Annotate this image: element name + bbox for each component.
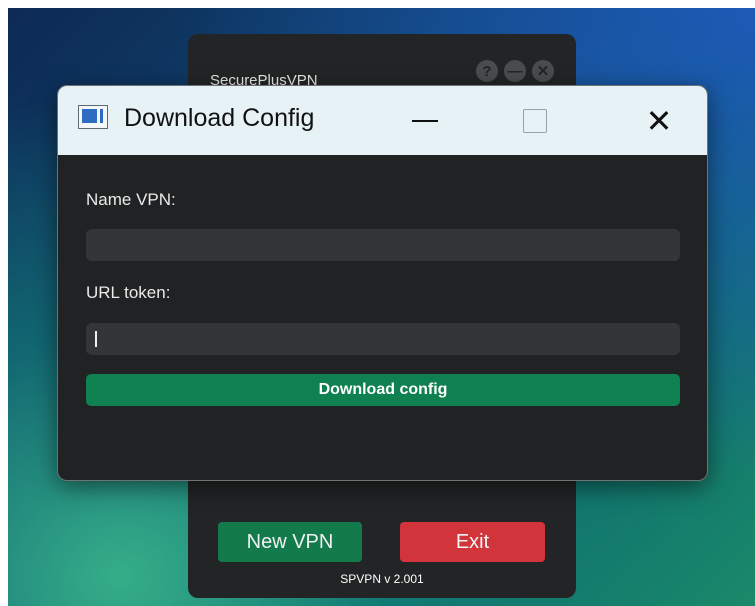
close-icon[interactable]: ✕ bbox=[532, 60, 554, 82]
dialog-titlebar[interactable]: Download Config ✕ bbox=[58, 86, 707, 155]
text-caret bbox=[95, 331, 97, 347]
close-icon: ✕ bbox=[645, 102, 673, 139]
minimize-button[interactable] bbox=[390, 86, 460, 155]
main-title-icons: ? — ✕ bbox=[476, 60, 554, 82]
app-window-icon bbox=[78, 105, 108, 129]
version-label: SPVPN v 2.001 bbox=[340, 572, 424, 586]
name-vpn-input[interactable] bbox=[86, 229, 680, 261]
help-icon[interactable]: ? bbox=[476, 60, 498, 82]
url-token-label: URL token: bbox=[86, 283, 171, 302]
exit-button[interactable]: Exit bbox=[400, 522, 545, 562]
new-vpn-button[interactable]: New VPN bbox=[218, 522, 362, 562]
maximize-icon bbox=[523, 108, 547, 133]
minimize-icon bbox=[412, 119, 438, 122]
maximize-button[interactable] bbox=[500, 86, 570, 155]
desktop-background: SecurePlusVPN ? — ✕ New VPN Exit SPVPN v… bbox=[8, 8, 755, 606]
download-config-button[interactable]: Download config bbox=[86, 374, 680, 406]
close-button[interactable]: ✕ bbox=[624, 86, 694, 155]
url-token-input[interactable] bbox=[86, 323, 680, 355]
download-config-dialog: Download Config ✕ Name VPN: URL token: D… bbox=[57, 85, 708, 481]
name-vpn-label: Name VPN: bbox=[86, 190, 176, 209]
minimize-icon[interactable]: — bbox=[504, 60, 526, 82]
dialog-title: Download Config bbox=[124, 104, 315, 132]
